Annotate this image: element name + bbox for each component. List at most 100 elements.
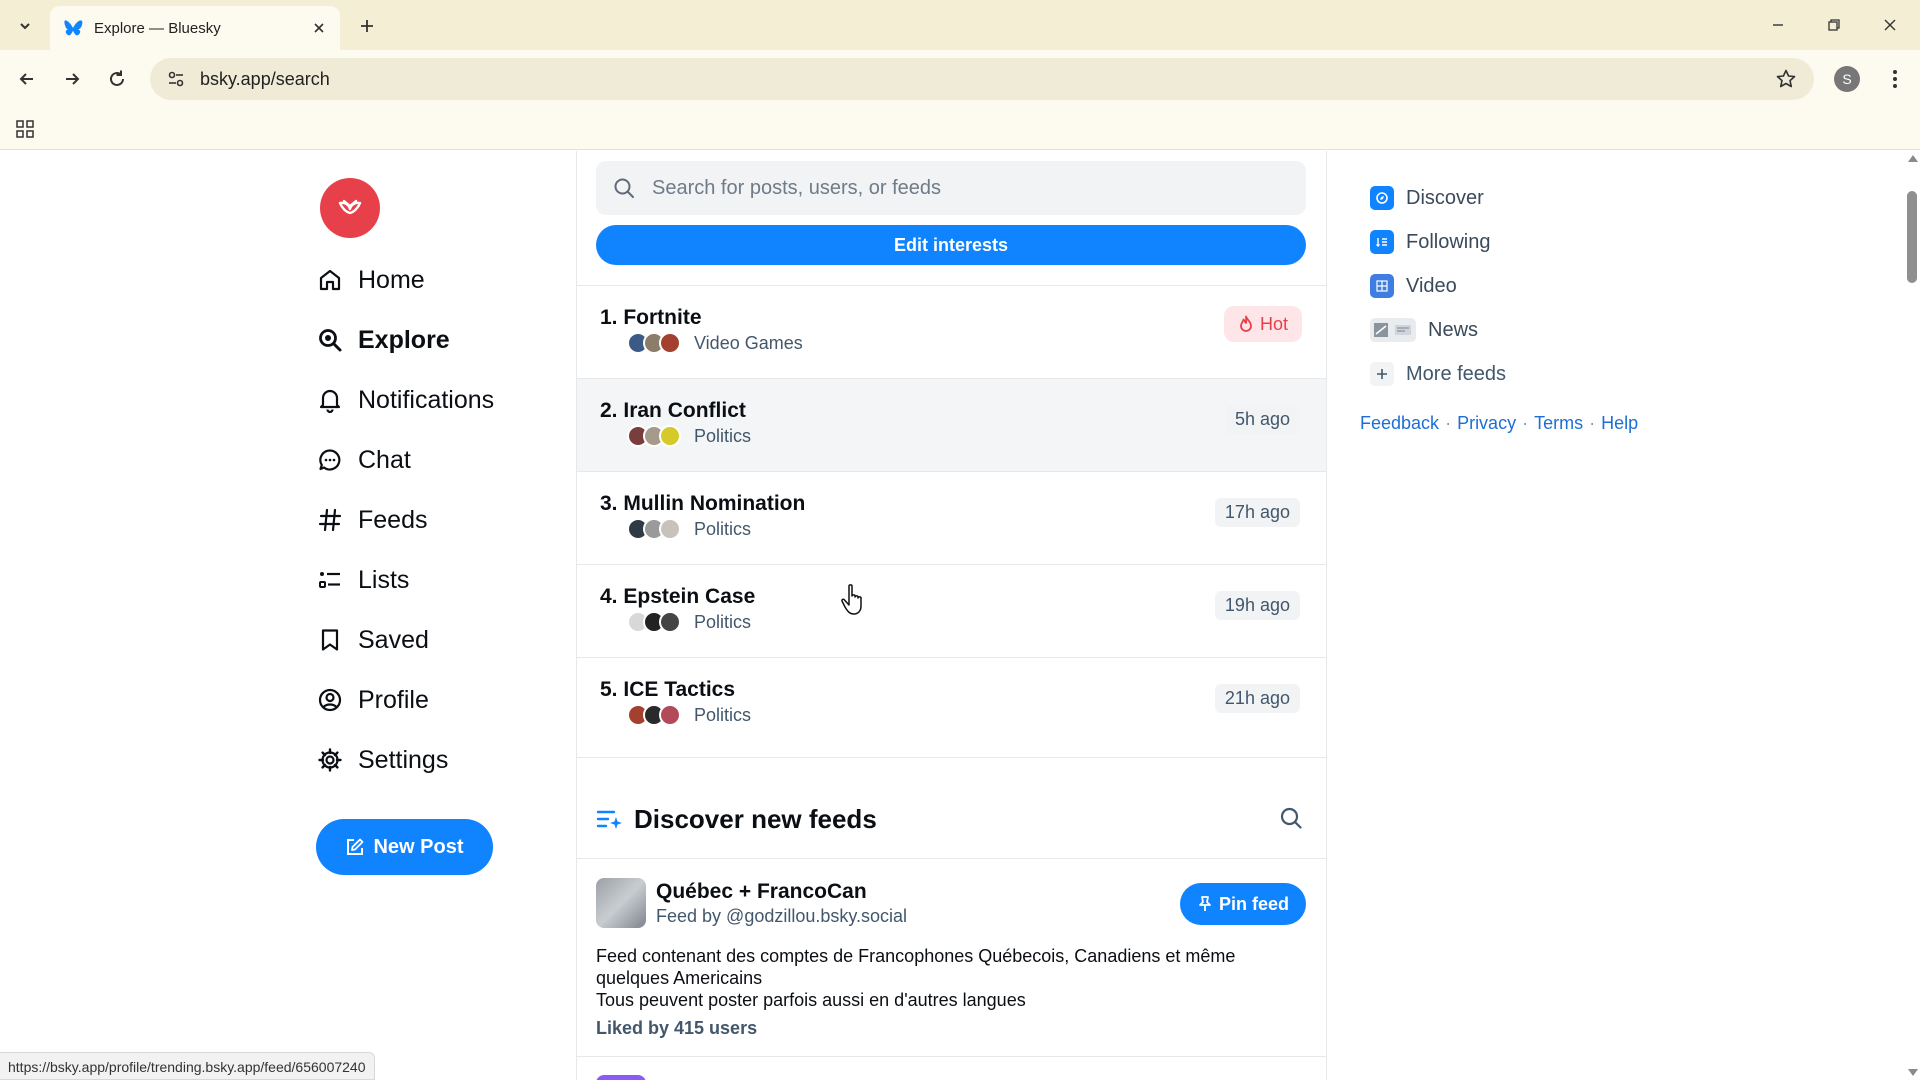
nav-explore[interactable]: Explore (316, 318, 450, 362)
nav-lists[interactable]: Lists (316, 558, 409, 602)
trending-item[interactable]: 5. ICE Tactics Politics 21h ago (577, 657, 1326, 750)
pin-icon (1197, 895, 1213, 913)
profile-icon (316, 686, 344, 714)
nav-notifications[interactable]: Notifications (316, 378, 494, 422)
nav-chat[interactable]: Chat (316, 438, 411, 482)
feed-link-label: Discover (1406, 186, 1484, 209)
nav-saved[interactable]: Saved (316, 618, 429, 662)
address-bar[interactable]: bsky.app/search (150, 58, 1814, 100)
following-icon (1370, 230, 1394, 254)
right-feed-following[interactable]: Following (1370, 227, 1490, 257)
feed-link-label: Video (1406, 274, 1457, 297)
page-scrollbar[interactable] (1904, 151, 1920, 1080)
nav-settings[interactable]: Settings (316, 738, 448, 782)
arrow-right-icon (66, 73, 80, 85)
right-feed-news[interactable]: News (1370, 315, 1478, 345)
address-url[interactable]: bsky.app/search (200, 69, 1766, 90)
footer-links: Feedback · Privacy · Terms · Help (1360, 413, 1638, 434)
scroll-up-arrow-icon[interactable] (1908, 155, 1918, 162)
restore-button[interactable] (1806, 0, 1862, 50)
status-bar-url: https://bsky.app/profile/trending.bsky.a… (0, 1052, 375, 1080)
scroll-down-arrow-icon[interactable] (1908, 1069, 1918, 1076)
scrollbar-thumb[interactable] (1907, 191, 1917, 283)
trend-avatars (627, 332, 681, 354)
new-post-button[interactable]: New Post (316, 819, 493, 875)
avatar (659, 611, 681, 633)
avatar (659, 518, 681, 540)
compose-icon (345, 837, 365, 857)
bookmark-star-icon[interactable] (1766, 58, 1806, 100)
feed-liked-count: Liked by 415 users (596, 1018, 758, 1038)
bluesky-logo-icon (338, 199, 362, 215)
browser-tab-active[interactable]: Explore — Bluesky (50, 6, 340, 50)
feed-author: Feed by @godzillou.bsky.social (656, 906, 908, 926)
trend-category: Video Games (694, 333, 803, 353)
reload-button[interactable] (100, 62, 134, 96)
video-icon (1370, 274, 1394, 298)
bluesky-page: Home Explore Notifications Chat Feeds Li… (0, 151, 1904, 1080)
trend-category: Politics (694, 705, 752, 725)
footer-help-link[interactable]: Help (1601, 413, 1638, 434)
trending-item[interactable]: 4. Epstein Case Politics 19h ago (577, 564, 1326, 657)
nav-profile[interactable]: Profile (316, 678, 429, 722)
nav-feeds[interactable]: Feeds (316, 498, 427, 542)
discover-search-button[interactable] (1276, 803, 1306, 833)
next-feed-avatar (596, 1075, 646, 1080)
trending-item[interactable]: 3. Mullin Nomination Politics 17h ago (577, 471, 1326, 564)
tab-title: Explore — Bluesky (94, 19, 221, 37)
right-feed-video[interactable]: Video (1370, 271, 1457, 301)
new-tab-button[interactable] (352, 11, 382, 41)
trending-item[interactable]: 2. Iran Conflict Politics 5h ago (577, 378, 1326, 471)
close-window-button[interactable] (1862, 0, 1918, 50)
search-input[interactable] (652, 176, 1272, 200)
pin-feed-button[interactable]: Pin feed (1180, 883, 1306, 925)
nav-label: Chat (358, 445, 411, 474)
trend-time: 19h ago (1214, 591, 1300, 620)
forward-button[interactable] (55, 62, 89, 96)
news-icon (1370, 318, 1416, 342)
trend-avatars (627, 518, 681, 540)
plus-icon (1370, 362, 1394, 386)
footer-feedback-link[interactable]: Feedback (1360, 413, 1439, 434)
nav-label: Saved (358, 625, 429, 654)
right-feed-discover[interactable]: Discover (1370, 183, 1484, 213)
separator-dot: · (1445, 413, 1452, 433)
minimize-icon (1773, 24, 1783, 26)
reload-icon (110, 70, 124, 86)
close-tab-icon[interactable] (308, 17, 330, 39)
trend-avatars (627, 704, 681, 726)
edit-interests-button[interactable]: Edit interests (596, 225, 1306, 265)
avatar (659, 332, 681, 354)
tab-list-button[interactable] (10, 11, 40, 41)
flame-icon (1238, 315, 1254, 333)
discover-icon (1370, 186, 1394, 210)
bookmarks-bar (0, 108, 1920, 150)
site-info-icon[interactable] (156, 58, 196, 100)
search-field[interactable] (596, 161, 1306, 215)
more-feeds-link[interactable]: More feeds (1370, 359, 1506, 389)
browser-toolbar: bsky.app/search S (0, 50, 1920, 108)
search-icon (316, 326, 344, 354)
minimize-button[interactable] (1750, 0, 1806, 50)
footer-privacy-link[interactable]: Privacy (1457, 413, 1516, 434)
nav-label: Settings (358, 745, 449, 774)
nav-home[interactable]: Home (316, 258, 425, 302)
trend-time: 5h ago (1224, 405, 1300, 434)
back-button[interactable] (10, 62, 44, 96)
user-avatar-logo[interactable] (320, 178, 380, 238)
plus-icon (361, 20, 373, 32)
grid-icon (16, 120, 34, 138)
trend-category: Politics (694, 426, 752, 446)
footer-terms-link[interactable]: Terms (1534, 413, 1583, 434)
browser-menu-button[interactable] (1880, 62, 1910, 96)
nav-label: Profile (358, 685, 429, 714)
nav-label: Notifications (358, 385, 495, 414)
apps-grid-button[interactable] (12, 116, 38, 142)
profile-avatar-button[interactable]: S (1834, 66, 1860, 92)
trend-title: 2. Iran Conflict (600, 399, 746, 422)
avatar (659, 704, 681, 726)
nav-label: Explore (358, 325, 450, 354)
trending-item[interactable]: 1. Fortnite Video Games Hot (577, 285, 1326, 378)
restore-icon (1828, 19, 1840, 31)
browser-tab-bar: Explore — Bluesky (0, 0, 1920, 50)
